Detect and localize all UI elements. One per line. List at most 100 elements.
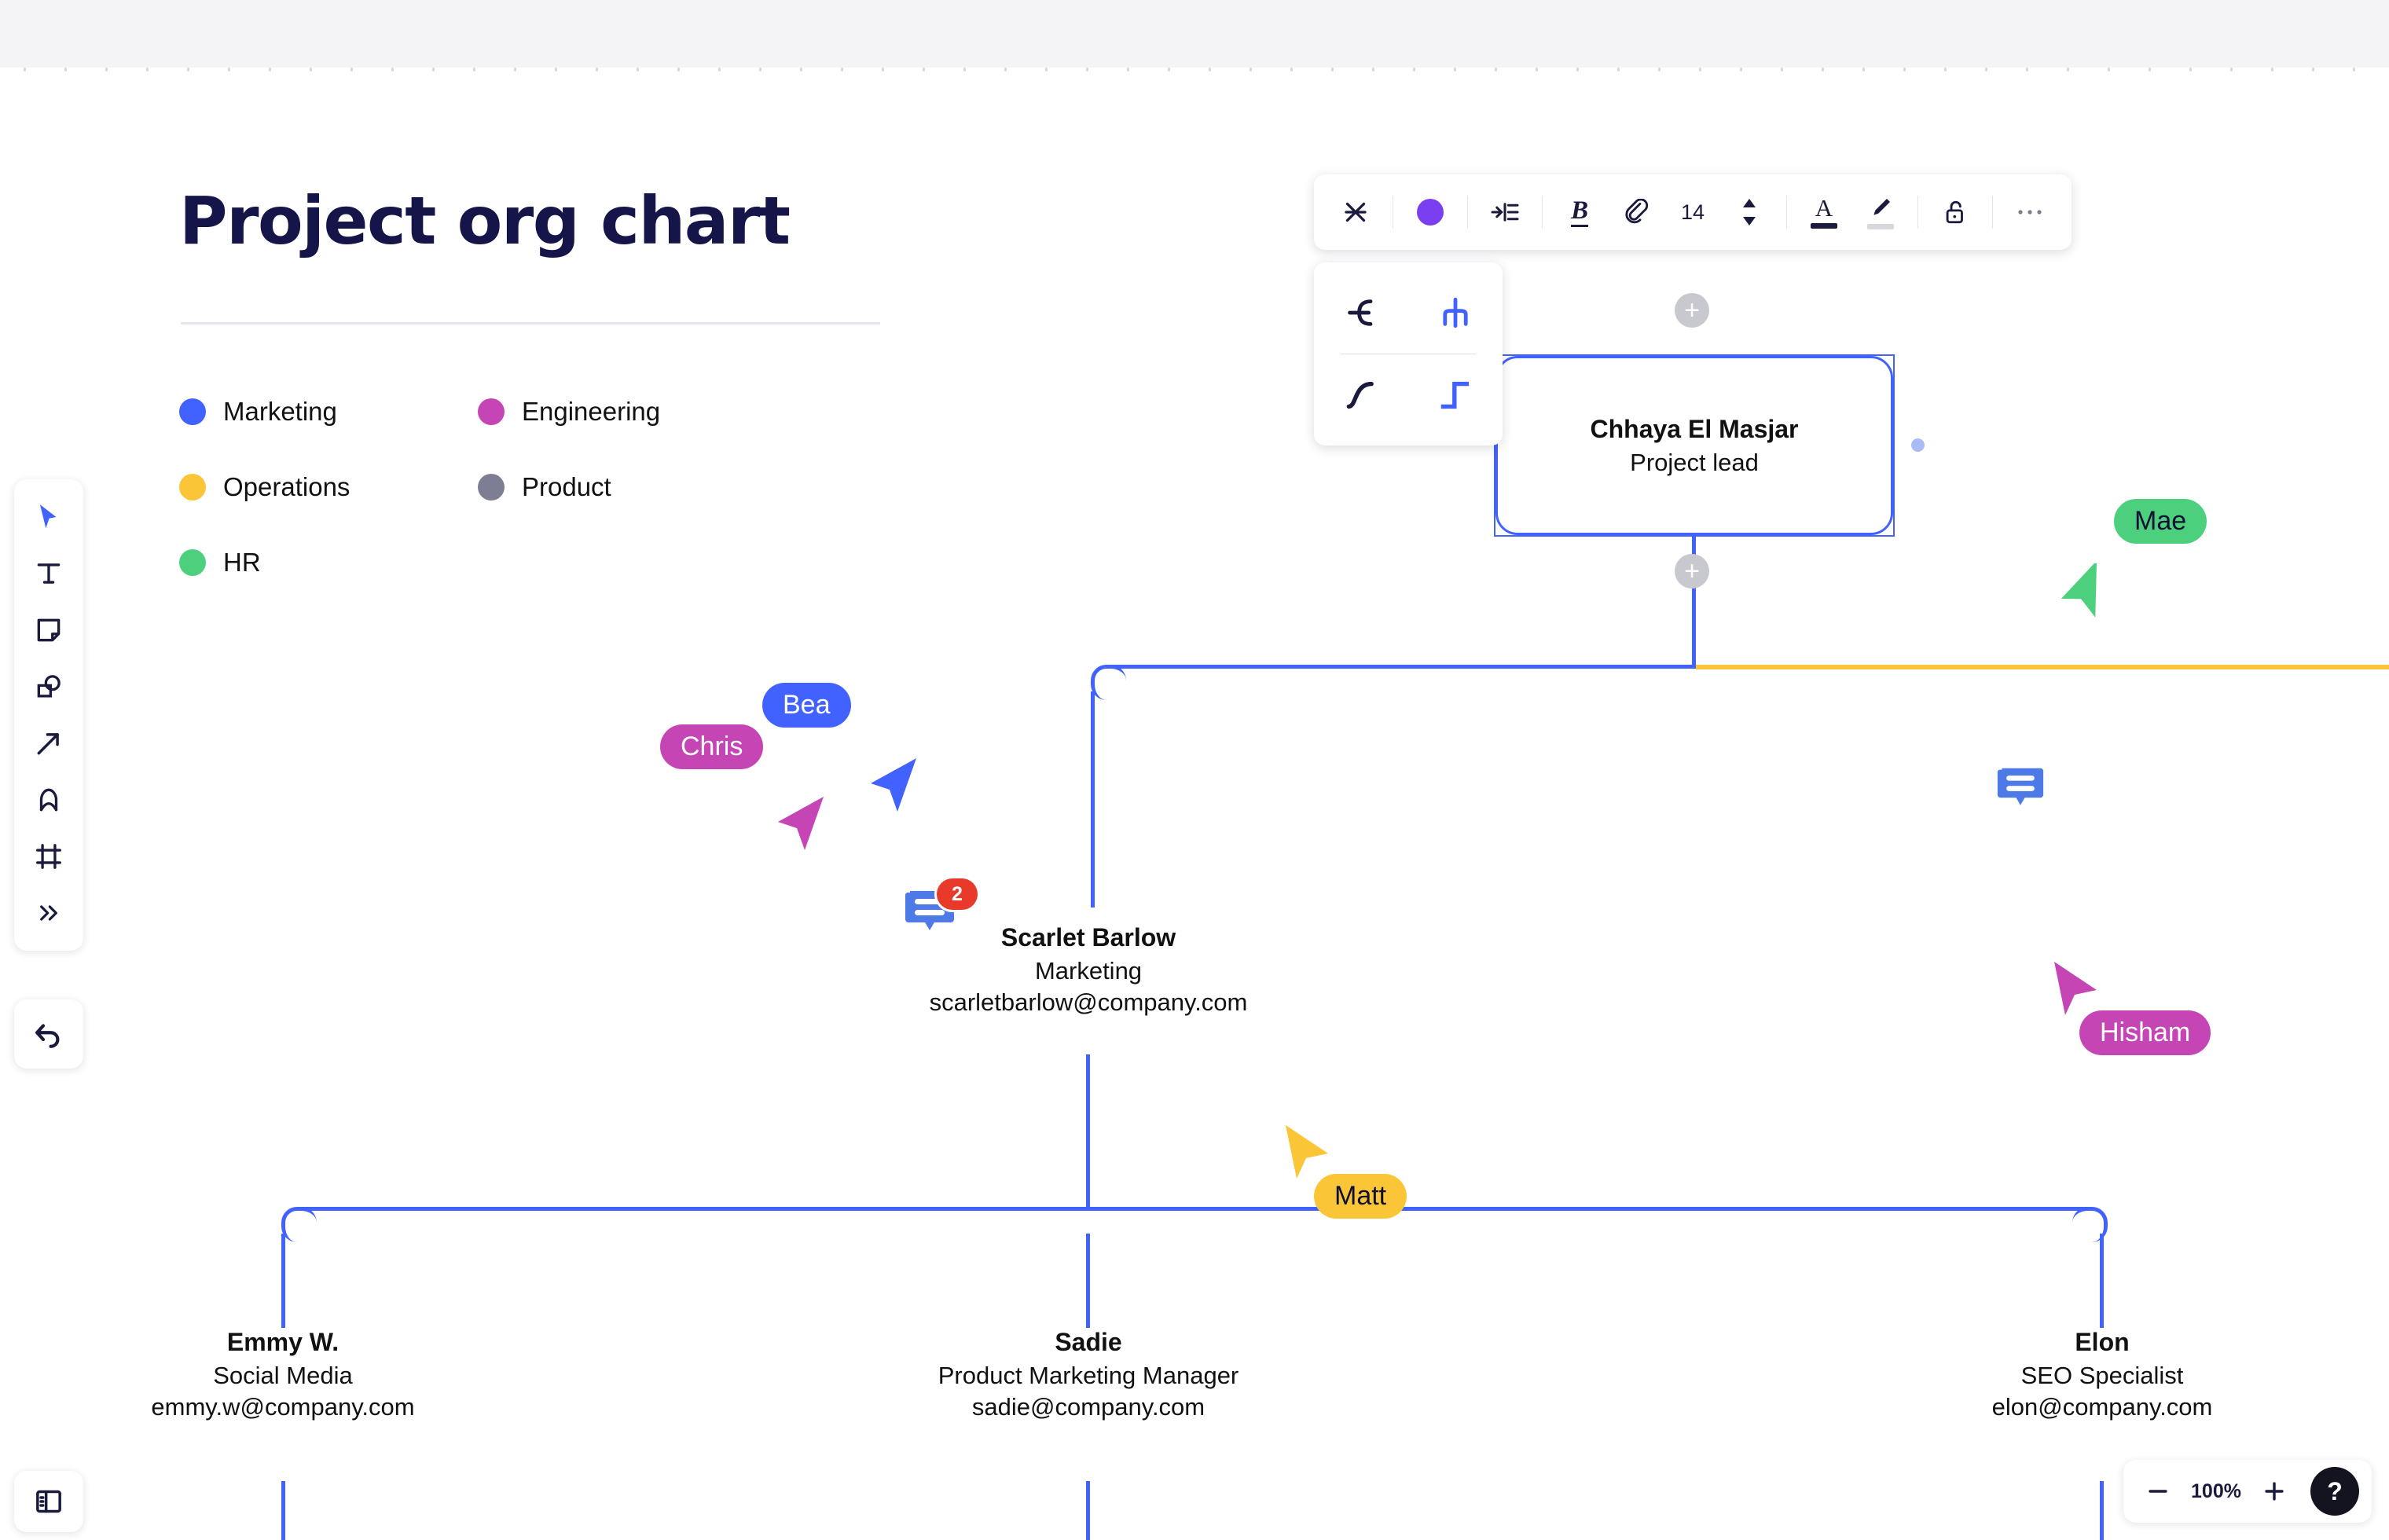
add-node-above-button[interactable]: + xyxy=(1675,293,1709,328)
divider xyxy=(1992,196,1993,229)
divider xyxy=(1467,196,1468,229)
frame-tool[interactable] xyxy=(24,830,74,883)
more-horizontal-icon[interactable] xyxy=(2002,186,2057,238)
zoom-in-button[interactable] xyxy=(2252,1469,2296,1513)
node-email: sadie@company.com xyxy=(972,1393,1205,1421)
add-node-below-button[interactable]: + xyxy=(1675,554,1709,588)
legend-item-engineering: Engineering xyxy=(478,397,776,427)
undo-button[interactable] xyxy=(14,999,83,1069)
connector-to-sadie xyxy=(1086,1234,1090,1328)
color-swatch-button[interactable] xyxy=(1403,186,1458,238)
connector-style-submenu xyxy=(1314,262,1503,446)
title-divider xyxy=(181,322,880,324)
pen-tool[interactable] xyxy=(24,773,74,827)
node-role: SEO Specialist xyxy=(2021,1362,2184,1390)
legend-dot-operations xyxy=(179,474,206,500)
undo-icon xyxy=(32,1018,65,1050)
font-size-value[interactable]: 14 xyxy=(1665,186,1720,238)
divider xyxy=(1786,196,1787,229)
node-role: Marketing xyxy=(1035,957,1142,985)
left-toolbar xyxy=(14,479,83,951)
connector-branch-horizontal-option[interactable] xyxy=(1325,280,1397,346)
comment-pin-right[interactable] xyxy=(1996,764,2045,818)
text-color-button[interactable]: A xyxy=(1796,186,1851,238)
node-name: Emmy W. xyxy=(227,1328,339,1357)
comment-pin-scarlet[interactable]: 2 xyxy=(904,886,956,944)
top-bar xyxy=(0,0,2389,68)
unlock-icon[interactable] xyxy=(1928,186,1983,238)
highlight-color-bar xyxy=(1867,224,1894,229)
org-node-sadie[interactable]: Sadie Product Marketing Manager sadie@co… xyxy=(888,1328,1289,1421)
connector-scarlet-down xyxy=(1086,1054,1090,1208)
sticky-note-tool[interactable] xyxy=(24,603,74,657)
text-tool[interactable] xyxy=(24,547,74,600)
pen-nib-icon xyxy=(1867,196,1894,221)
connector-branch-vertical-option[interactable] xyxy=(1419,280,1492,346)
legend: Marketing Engineering Operations Product… xyxy=(179,397,776,578)
legend-item-product: Product xyxy=(478,472,776,502)
cursor-arrow-icon xyxy=(869,755,918,815)
comment-icon xyxy=(1996,764,2045,814)
indent-icon[interactable] xyxy=(1477,186,1532,238)
cursor-label: Matt xyxy=(1314,1174,1407,1219)
help-button[interactable]: ? xyxy=(2310,1467,2359,1516)
org-node-chhaya[interactable]: Chhaya El Masjar Project lead xyxy=(1495,356,1893,535)
connector-curved-option[interactable] xyxy=(1325,362,1397,428)
connector-emmy-tail xyxy=(281,1481,285,1540)
cursor-label: Hisham xyxy=(2079,1010,2211,1055)
resize-handle-right[interactable] xyxy=(1911,438,1925,452)
connector-chhaya-down xyxy=(1692,531,1696,669)
connector-corner-lower-left xyxy=(281,1207,317,1242)
arrow-icon[interactable] xyxy=(24,717,74,770)
node-role: Social Media xyxy=(213,1362,352,1390)
node-name: Elon xyxy=(2075,1328,2129,1357)
legend-label: Product xyxy=(522,472,611,502)
cursor-arrow-icon xyxy=(1283,1122,1331,1182)
connector-elbow-option[interactable] xyxy=(1419,362,1492,428)
legend-dot-engineering xyxy=(478,398,505,425)
cursor-arrow-icon xyxy=(2051,959,2100,1018)
org-node-emmy[interactable]: Emmy W. Social Media emmy.w@company.com xyxy=(83,1328,483,1421)
stepper-down-icon xyxy=(1741,215,1758,226)
shapes-tool[interactable] xyxy=(24,660,74,713)
divider xyxy=(1542,196,1543,229)
zoom-level[interactable]: 100% xyxy=(2183,1480,2249,1503)
ruler-ticks xyxy=(0,68,2389,72)
comment-count-badge: 2 xyxy=(937,878,978,910)
highlighter-icon[interactable] xyxy=(1853,186,1908,238)
legend-label: Marketing xyxy=(223,397,337,427)
more-tools-button[interactable] xyxy=(24,886,74,940)
org-node-elon[interactable]: Elon SEO Specialist elon@company.com xyxy=(1902,1328,2303,1421)
connector-style-row-line xyxy=(1314,359,1503,431)
legend-item-marketing: Marketing xyxy=(179,397,478,427)
legend-dot-marketing xyxy=(179,398,206,425)
connector-bus-to-scarlet xyxy=(1091,691,1095,908)
node-role: Product Marketing Manager xyxy=(938,1362,1239,1390)
legend-item-hr: HR xyxy=(179,548,478,578)
text-color-label: A xyxy=(1815,196,1833,220)
connector-bus-horizontal xyxy=(1108,665,1696,669)
legend-dot-hr xyxy=(179,549,206,576)
page-title: Project org chart xyxy=(179,182,790,259)
connector-style-icon[interactable] xyxy=(1328,186,1383,238)
font-size-stepper[interactable] xyxy=(1722,186,1777,238)
connector-yellow-right xyxy=(1696,665,2389,669)
legend-label: Engineering xyxy=(522,397,660,427)
color-swatch xyxy=(1417,199,1444,226)
link-icon[interactable] xyxy=(1609,186,1664,238)
connector-corner-left xyxy=(1091,665,1126,700)
cursor-label: Bea xyxy=(762,683,851,728)
minus-icon xyxy=(2145,1478,2171,1505)
connector-to-elon xyxy=(2100,1234,2104,1328)
connector-style-row-shape xyxy=(1314,277,1503,349)
legend-item-operations: Operations xyxy=(179,472,478,502)
panel-toggle-button[interactable] xyxy=(14,1471,83,1532)
legend-label: HR xyxy=(223,548,261,578)
zoom-out-button[interactable] xyxy=(2136,1469,2180,1513)
cursor-arrow-icon xyxy=(776,794,825,853)
node-name: Scarlet Barlow xyxy=(1001,923,1176,952)
select-tool[interactable] xyxy=(24,490,74,544)
bold-button[interactable]: B xyxy=(1552,186,1607,238)
node-name: Chhaya El Masjar xyxy=(1591,415,1799,444)
connector-sadie-tail xyxy=(1086,1481,1090,1540)
